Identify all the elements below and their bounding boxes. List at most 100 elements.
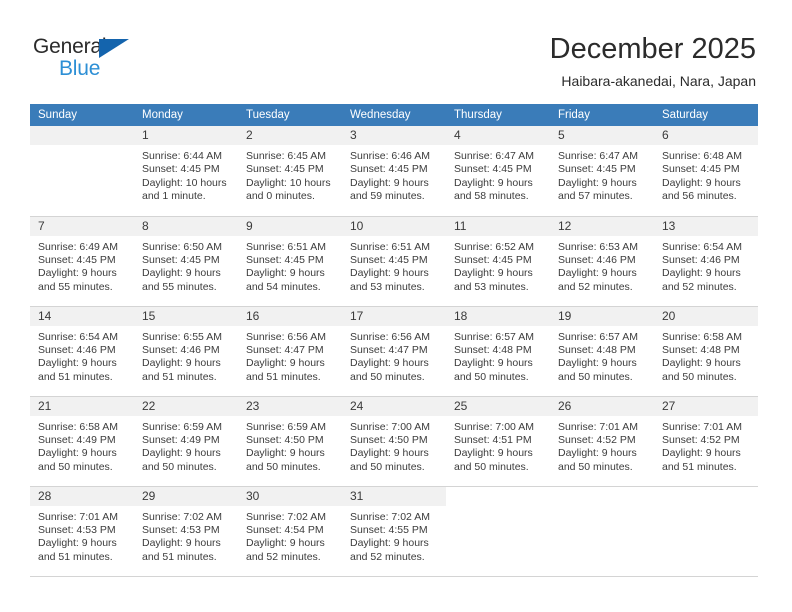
calendar-day-cell[interactable]: 24 Sunrise: 7:00 AM Sunset: 4:50 PM Dayligh… (342, 396, 446, 487)
day-number: 23 (238, 396, 342, 416)
sunrise-text: Sunrise: 6:49 AM (38, 240, 118, 253)
calendar-day-cell[interactable]: 18 Sunrise: 6:57 AM Sunset: 4:48 PM Dayligh… (446, 306, 550, 397)
sunset-text: Sunset: 4:45 PM (454, 163, 532, 176)
sunset-text: Sunset: 4:45 PM (454, 253, 532, 266)
day-info: Sunrise: 7:00 AM Sunset: 4:50 PM Daylight:… (342, 416, 446, 475)
daylight-text-line1: Daylight: 9 hours (350, 267, 429, 280)
title-block: December 2025 Haibara-akanedai, Nara, Ja… (550, 32, 756, 90)
calendar-day-cell[interactable]: 25 Sunrise: 7:00 AM Sunset: 4:51 PM Dayligh… (446, 396, 550, 487)
daylight-text-line1: Daylight: 9 hours (142, 537, 221, 550)
day-number: 14 (30, 306, 134, 326)
calendar-day-cell[interactable]: 28 Sunrise: 7:01 AM Sunset: 4:53 PM Dayligh… (30, 486, 134, 577)
calendar-day-cell[interactable]: 10 Sunrise: 6:51 AM Sunset: 4:45 PM Dayligh… (342, 216, 446, 307)
calendar-day-cell[interactable]: 26 Sunrise: 7:01 AM Sunset: 4:52 PM Dayligh… (550, 396, 654, 487)
calendar-day-cell[interactable]: 16 Sunrise: 6:56 AM Sunset: 4:47 PM Dayligh… (238, 306, 342, 397)
logo-text-general: General (33, 35, 107, 58)
day-number: 11 (446, 216, 550, 236)
day-number: 6 (654, 126, 758, 145)
calendar-day-cell[interactable]: 30 Sunrise: 7:02 AM Sunset: 4:54 PM Dayligh… (238, 486, 342, 577)
daylight-text-line2: and 52 minutes. (350, 550, 425, 563)
calendar-day-cell[interactable]: 12 Sunrise: 6:53 AM Sunset: 4:46 PM Dayligh… (550, 216, 654, 307)
calendar-day-cell[interactable]: 17 Sunrise: 6:56 AM Sunset: 4:47 PM Dayligh… (342, 306, 446, 397)
calendar-week-row: 7 Sunrise: 6:49 AM Sunset: 4:45 PM Daylight… (30, 216, 758, 307)
day-number: 9 (238, 216, 342, 236)
sunrise-text: Sunrise: 6:45 AM (246, 150, 326, 162)
calendar-day-cell[interactable]: 15 Sunrise: 6:55 AM Sunset: 4:46 PM Dayligh… (134, 306, 238, 397)
calendar-day-cell[interactable]: 3 Sunrise: 6:46 AM Sunset: 4:45 PM Daylight… (342, 126, 446, 217)
day-info: Sunrise: 6:48 AM Sunset: 4:45 PM Daylight:… (654, 145, 758, 204)
day-info: Sunrise: 6:58 AM Sunset: 4:49 PM Daylight:… (30, 416, 134, 475)
sunset-text: Sunset: 4:47 PM (350, 343, 428, 356)
day-info: Sunrise: 6:51 AM Sunset: 4:45 PM Daylight:… (342, 236, 446, 295)
sunset-text: Sunset: 4:45 PM (246, 163, 324, 176)
calendar-day-cell[interactable]: 21 Sunrise: 6:58 AM Sunset: 4:49 PM Dayligh… (30, 396, 134, 487)
sunrise-text: Sunrise: 6:51 AM (350, 240, 430, 253)
daylight-text-line1: Daylight: 9 hours (662, 447, 741, 460)
day-number: 10 (342, 216, 446, 236)
daylight-text-line1: Daylight: 9 hours (350, 176, 429, 189)
daylight-text-line1: Daylight: 9 hours (558, 447, 637, 460)
daylight-text-line1: Daylight: 9 hours (662, 176, 741, 189)
sunset-text: Sunset: 4:53 PM (142, 523, 220, 536)
calendar-day-cell[interactable]: 22 Sunrise: 6:59 AM Sunset: 4:49 PM Dayligh… (134, 396, 238, 487)
calendar-day-cell[interactable]: 20 Sunrise: 6:58 AM Sunset: 4:48 PM Dayligh… (654, 306, 758, 397)
calendar-day-cell[interactable]: 4 Sunrise: 6:47 AM Sunset: 4:45 PM Daylight… (446, 126, 550, 217)
calendar-day-cell[interactable]: 13 Sunrise: 6:54 AM Sunset: 4:46 PM Dayligh… (654, 216, 758, 307)
daylight-text-line2: and 52 minutes. (662, 280, 737, 293)
daylight-text-line2: and 51 minutes. (142, 550, 217, 563)
daylight-text-line2: and 55 minutes. (142, 280, 217, 293)
sunset-text: Sunset: 4:48 PM (662, 343, 740, 356)
day-number: 31 (342, 486, 446, 506)
day-info: Sunrise: 6:49 AM Sunset: 4:45 PM Daylight:… (30, 236, 134, 295)
calendar-body: 1 Sunrise: 6:44 AM Sunset: 4:45 PM Daylight… (30, 126, 758, 577)
calendar-day-cell[interactable]: 2 Sunrise: 6:45 AM Sunset: 4:45 PM Daylight… (238, 126, 342, 217)
calendar-day-cell[interactable]: 23 Sunrise: 6:59 AM Sunset: 4:50 PM Dayligh… (238, 396, 342, 487)
calendar-day-cell[interactable]: 1 Sunrise: 6:44 AM Sunset: 4:45 PM Daylight… (134, 126, 238, 217)
day-number: 22 (134, 396, 238, 416)
sunset-text: Sunset: 4:50 PM (350, 433, 428, 446)
calendar-day-cell[interactable]: 6 Sunrise: 6:48 AM Sunset: 4:45 PM Daylight… (654, 126, 758, 217)
daylight-text-line2: and 0 minutes. (246, 190, 315, 203)
day-info: Sunrise: 7:01 AM Sunset: 4:53 PM Daylight:… (30, 506, 134, 565)
day-info: Sunrise: 6:47 AM Sunset: 4:45 PM Daylight:… (550, 145, 654, 204)
day-info: Sunrise: 7:00 AM Sunset: 4:51 PM Daylight:… (446, 416, 550, 475)
sunrise-text: Sunrise: 6:58 AM (38, 420, 118, 433)
daylight-text-line1: Daylight: 9 hours (350, 537, 429, 550)
sunset-text: Sunset: 4:55 PM (350, 523, 428, 536)
sunrise-text: Sunrise: 7:00 AM (350, 420, 430, 433)
sunset-text: Sunset: 4:48 PM (454, 343, 532, 356)
calendar-day-cell[interactable]: 5 Sunrise: 6:47 AM Sunset: 4:45 PM Daylight… (550, 126, 654, 217)
calendar-day-cell[interactable]: 27 Sunrise: 7:01 AM Sunset: 4:52 PM Dayligh… (654, 396, 758, 487)
daylight-text-line1: Daylight: 9 hours (454, 267, 533, 280)
sunset-text: Sunset: 4:45 PM (662, 163, 740, 176)
sunrise-text: Sunrise: 6:57 AM (454, 330, 534, 343)
daylight-text-line1: Daylight: 9 hours (246, 267, 325, 280)
calendar-day-cell[interactable]: 31 Sunrise: 7:02 AM Sunset: 4:55 PM Dayligh… (342, 486, 446, 577)
sunrise-text: Sunrise: 7:01 AM (662, 420, 742, 433)
calendar-cell-empty (30, 126, 134, 217)
calendar-day-cell[interactable]: 19 Sunrise: 6:57 AM Sunset: 4:48 PM Dayligh… (550, 306, 654, 397)
sunrise-text: Sunrise: 6:50 AM (142, 240, 222, 253)
sunset-text: Sunset: 4:52 PM (558, 433, 636, 446)
day-info: Sunrise: 6:53 AM Sunset: 4:46 PM Daylight:… (550, 236, 654, 295)
day-info: Sunrise: 6:50 AM Sunset: 4:45 PM Daylight:… (134, 236, 238, 295)
sunset-text: Sunset: 4:45 PM (558, 163, 636, 176)
generalblue-logo[interactable]: General Blue (33, 36, 173, 88)
sunrise-text: Sunrise: 6:57 AM (558, 330, 638, 343)
calendar-day-cell[interactable]: 8 Sunrise: 6:50 AM Sunset: 4:45 PM Daylight… (134, 216, 238, 307)
day-info: Sunrise: 7:01 AM Sunset: 4:52 PM Daylight:… (550, 416, 654, 475)
sunrise-text: Sunrise: 6:59 AM (142, 420, 222, 433)
sunset-text: Sunset: 4:45 PM (142, 163, 220, 176)
calendar-day-cell[interactable]: 11 Sunrise: 6:52 AM Sunset: 4:45 PM Dayligh… (446, 216, 550, 307)
calendar-day-cell[interactable]: 29 Sunrise: 7:02 AM Sunset: 4:53 PM Dayligh… (134, 486, 238, 577)
sunrise-text: Sunrise: 6:53 AM (558, 240, 638, 253)
sunset-text: Sunset: 4:48 PM (558, 343, 636, 356)
day-number: 28 (30, 486, 134, 506)
calendar-day-cell[interactable]: 14 Sunrise: 6:54 AM Sunset: 4:46 PM Dayligh… (30, 306, 134, 397)
day-info: Sunrise: 6:58 AM Sunset: 4:48 PM Daylight:… (654, 326, 758, 385)
calendar-day-cell[interactable]: 7 Sunrise: 6:49 AM Sunset: 4:45 PM Daylight… (30, 216, 134, 307)
sunrise-text: Sunrise: 6:54 AM (662, 240, 742, 253)
page-header: General Blue December 2025 Haibara-akane… (0, 0, 792, 100)
sunrise-text: Sunrise: 7:02 AM (246, 510, 326, 523)
calendar-day-cell[interactable]: 9 Sunrise: 6:51 AM Sunset: 4:45 PM Daylight… (238, 216, 342, 307)
